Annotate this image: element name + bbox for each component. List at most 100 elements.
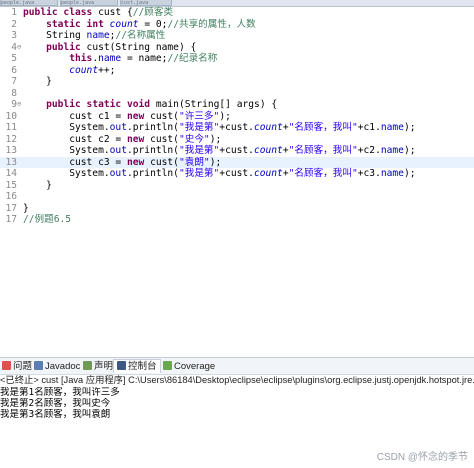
code-token: "我是第" — [178, 145, 220, 156]
code-text: static int count = 0;//共享的属性，人数 — [23, 19, 256, 31]
tab-declaration[interactable]: 声明 — [83, 360, 113, 373]
code-line[interactable]: 14 System.out.println("我是第"+cust.count+"… — [0, 168, 474, 180]
code-token: = name; — [121, 53, 168, 64]
tab-coverage[interactable]: Coverage — [163, 360, 215, 373]
code-text: System.out.println("我是第"+cust.count+"名顾客… — [23, 145, 416, 157]
code-text: count++; — [23, 65, 115, 77]
code-token: public class — [23, 7, 99, 18]
code-line[interactable]: 6 count++; — [0, 65, 474, 77]
code-token: count — [253, 168, 283, 179]
code-line[interactable]: 16 — [0, 191, 474, 203]
code-token: .println( — [126, 122, 179, 133]
code-token: +cust. — [219, 168, 254, 179]
tab-console[interactable]: 控制台 — [113, 359, 161, 373]
line-number: 17 — [5, 214, 17, 225]
code-token: System. — [23, 122, 110, 133]
code-text: System.out.println("我是第"+cust.count+"名顾客… — [23, 168, 416, 180]
code-token: ); — [209, 133, 222, 145]
tab-javadoc[interactable]: Javadoc — [34, 360, 80, 373]
problems-icon — [2, 361, 11, 370]
code-token: } — [23, 179, 52, 191]
code-line[interactable]: 2 static int count = 0;//共享的属性，人数 — [0, 19, 474, 31]
code-token: ); — [209, 156, 222, 168]
code-token: name — [380, 145, 404, 156]
code-token: name — [98, 53, 122, 64]
code-token: count — [109, 18, 139, 30]
code-token: .println( — [126, 145, 179, 156]
code-line[interactable]: 8 — [0, 88, 474, 100]
code-token: cust { — [98, 7, 133, 18]
code-token: .println( — [126, 168, 179, 179]
code-line[interactable]: 12 cust c2 = new cust("史今"); — [0, 134, 474, 146]
line-number: 8 — [11, 87, 17, 99]
code-text: String name;//名称属性 — [23, 30, 165, 42]
code-line[interactable]: 9 ⊖ public static void main(String[] args… — [0, 99, 474, 111]
code-token: cust(String name) { — [86, 41, 197, 53]
editor-tab[interactable]: people.java — [60, 0, 118, 6]
code-text: public class cust {//顾客类 — [23, 7, 173, 19]
panel-tab-bar: 问题 Javadoc 声明 控制台 Coverage — [0, 358, 474, 375]
code-token: cust( — [150, 110, 179, 122]
code-line[interactable]: 3 String name;//名称属性 — [0, 30, 474, 42]
code-token: new — [126, 156, 151, 168]
code-token: } — [23, 76, 52, 87]
code-line[interactable]: 7 } — [0, 76, 474, 88]
code-token: out — [109, 122, 127, 133]
line-number: 7 — [11, 76, 17, 87]
code-token: "名顾客，我叫" — [288, 168, 358, 179]
code-token: this — [69, 53, 93, 64]
code-text: public cust(String name) { — [23, 42, 196, 54]
code-token: = 0; — [138, 18, 168, 30]
code-token: ); — [403, 168, 416, 179]
code-line[interactable]: 13 System.out.println("我是第"+cust.count+"… — [0, 145, 474, 157]
code-line[interactable]: 17} — [0, 203, 474, 215]
line-number: 1 — [11, 7, 17, 18]
tab-label: 声明 — [94, 361, 114, 372]
code-line[interactable]: 5 this.name = name;//纪录名称 — [0, 53, 474, 65]
code-text: System.out.println("我是第"+cust.count+"名顾客… — [23, 122, 415, 134]
editor-tab-active[interactable]: cust.java — [120, 0, 172, 6]
code-token: count — [253, 145, 283, 156]
code-line[interactable]: 15 } — [0, 180, 474, 192]
code-text: cust c3 = new cust("袁朗"); — [23, 157, 221, 169]
code-text: } — [23, 180, 52, 192]
javadoc-icon — [34, 361, 43, 370]
code-editor[interactable]: 1 public class cust {//顾客类 2 static int co… — [0, 7, 474, 350]
code-line[interactable]: 13 cust c3 = new cust("袁朗"); — [0, 156, 474, 169]
code-text: public static void main(String[] args) { — [23, 99, 277, 111]
console-output-line: 我是第1名顾客，我叫许三多 — [0, 387, 120, 398]
code-line[interactable]: 10 cust c1 = new cust("许三多"); — [0, 111, 474, 123]
code-token: } — [23, 202, 29, 214]
code-token: out — [109, 145, 127, 156]
code-line[interactable]: 17 //例题6.5 — [0, 214, 474, 226]
code-token: "许三多" — [178, 110, 220, 122]
editor-tab[interactable]: people.java — [0, 0, 58, 6]
editor-tab-bar: people.java people.java cust.java — [0, 0, 474, 7]
code-line[interactable]: 11 System.out.println("我是第"+cust.count+"… — [0, 122, 474, 134]
tab-label: Coverage — [174, 361, 216, 372]
line-number: 16 — [5, 191, 17, 202]
code-token: "袁朗" — [178, 156, 210, 168]
line-number: 5 — [11, 53, 17, 64]
code-line[interactable]: 1 public class cust {//顾客类 — [0, 7, 474, 19]
code-token: +c3. — [357, 168, 381, 179]
code-token: String — [23, 30, 87, 41]
line-number: 9 — [11, 99, 17, 110]
tab-problems[interactable]: 问题 — [2, 360, 32, 373]
code-token: ); — [403, 145, 416, 156]
line-number: 10 — [5, 110, 17, 122]
line-number: 2 — [11, 18, 17, 30]
tab-label: Javadoc — [45, 361, 81, 372]
console-output-line: 我是第2名顾客，我叫史今 — [0, 398, 111, 409]
code-line[interactable]: 4 ⊖ public cust(String name) { — [0, 42, 474, 54]
code-token: "名顾客，我叫" — [288, 145, 358, 156]
console-terminated-status: <已终止> cust [Java 应用程序] C:\Users\86184\De… — [0, 375, 474, 385]
code-token: name — [380, 168, 404, 179]
line-number: 17 — [5, 202, 17, 214]
line-number: 6 — [11, 64, 17, 76]
code-token: out — [109, 168, 127, 179]
code-token: //纪录名称 — [167, 53, 218, 64]
